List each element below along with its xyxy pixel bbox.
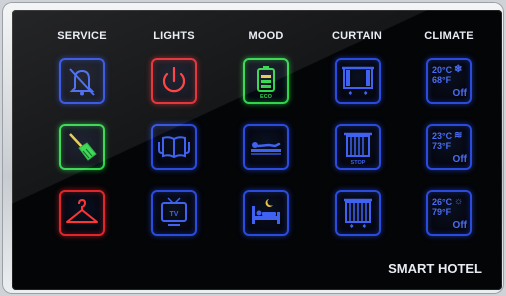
tv-label: TV — [170, 211, 179, 218]
column-title-climate: CLIMATE — [424, 30, 474, 42]
service-laundry-button[interactable] — [59, 190, 105, 236]
lights-master-power-button[interactable] — [151, 58, 197, 104]
snowflake-icon: ❄ — [454, 64, 463, 75]
climate-heat-readout: 26°C 79°F ☼ Off — [431, 195, 467, 231]
service-make-up-room-button[interactable] — [59, 124, 105, 170]
climate-status: Off — [452, 88, 467, 99]
sun-icon: ☼ — [454, 196, 464, 207]
fan-wind-icon: ≋ — [454, 130, 463, 141]
hanger-icon — [66, 198, 98, 223]
relax-lying-icon — [251, 142, 281, 155]
tv-icon: TV — [161, 197, 187, 226]
mood-eco-button[interactable]: ECO — [243, 58, 289, 104]
temp-celsius: 20°C — [432, 65, 453, 75]
temp-celsius: 23°C — [432, 131, 453, 141]
battery-eco-icon: ECO — [257, 66, 275, 100]
temp-fahrenheit: 73°F — [432, 141, 452, 151]
curtain-close-button[interactable] — [335, 190, 381, 236]
column-title-service: SERVICE — [57, 30, 107, 42]
climate-cool-readout: 20°C 68°F ❄ Off — [431, 63, 467, 99]
book-reading-light-icon — [158, 136, 190, 159]
service-do-not-disturb-button[interactable] — [59, 58, 105, 104]
column-title-curtain: CURTAIN — [331, 30, 383, 42]
temp-fahrenheit: 68°F — [432, 75, 452, 85]
climate-status: Off — [452, 154, 467, 165]
column-title-mood: MOOD — [248, 30, 284, 42]
curtain-open-button[interactable] — [335, 58, 381, 104]
bell-off-icon — [69, 68, 95, 96]
curtain-stop-icon: STOP — [344, 132, 372, 166]
touch-panel: SERVICE LIGHTS MOOD CURTAIN CLIMATE TV E… — [12, 10, 502, 290]
column-title-lights: LIGHTS — [153, 30, 195, 42]
mood-night-button[interactable] — [243, 190, 289, 236]
stop-label: STOP — [351, 160, 366, 166]
mood-relax-button[interactable] — [243, 124, 289, 170]
temp-celsius: 26°C — [432, 197, 453, 207]
broom-icon — [69, 133, 97, 161]
eco-label: ECO — [260, 94, 273, 100]
device-frame: SERVICE LIGHTS MOOD CURTAIN CLIMATE TV E… — [2, 2, 504, 294]
lights-tv-button[interactable]: TV — [151, 190, 197, 236]
curtain-closed-icon — [344, 198, 372, 228]
climate-heat-button[interactable]: 26°C 79°F ☼ Off — [426, 190, 472, 236]
power-icon — [162, 66, 186, 93]
curtain-stop-button[interactable]: STOP — [335, 124, 381, 170]
climate-cool-button[interactable]: 20°C 68°F ❄ Off — [426, 58, 472, 104]
temp-fahrenheit: 79°F — [432, 207, 452, 217]
lights-reading-button[interactable] — [151, 124, 197, 170]
climate-fan-readout: 23°C 73°F ≋ Off — [431, 129, 467, 165]
climate-status: Off — [452, 220, 467, 231]
night-bed-icon — [252, 199, 280, 224]
climate-fan-button[interactable]: 23°C 73°F ≋ Off — [426, 124, 472, 170]
curtain-open-icon — [342, 66, 374, 95]
brand-label: SMART HOTEL — [388, 261, 482, 276]
